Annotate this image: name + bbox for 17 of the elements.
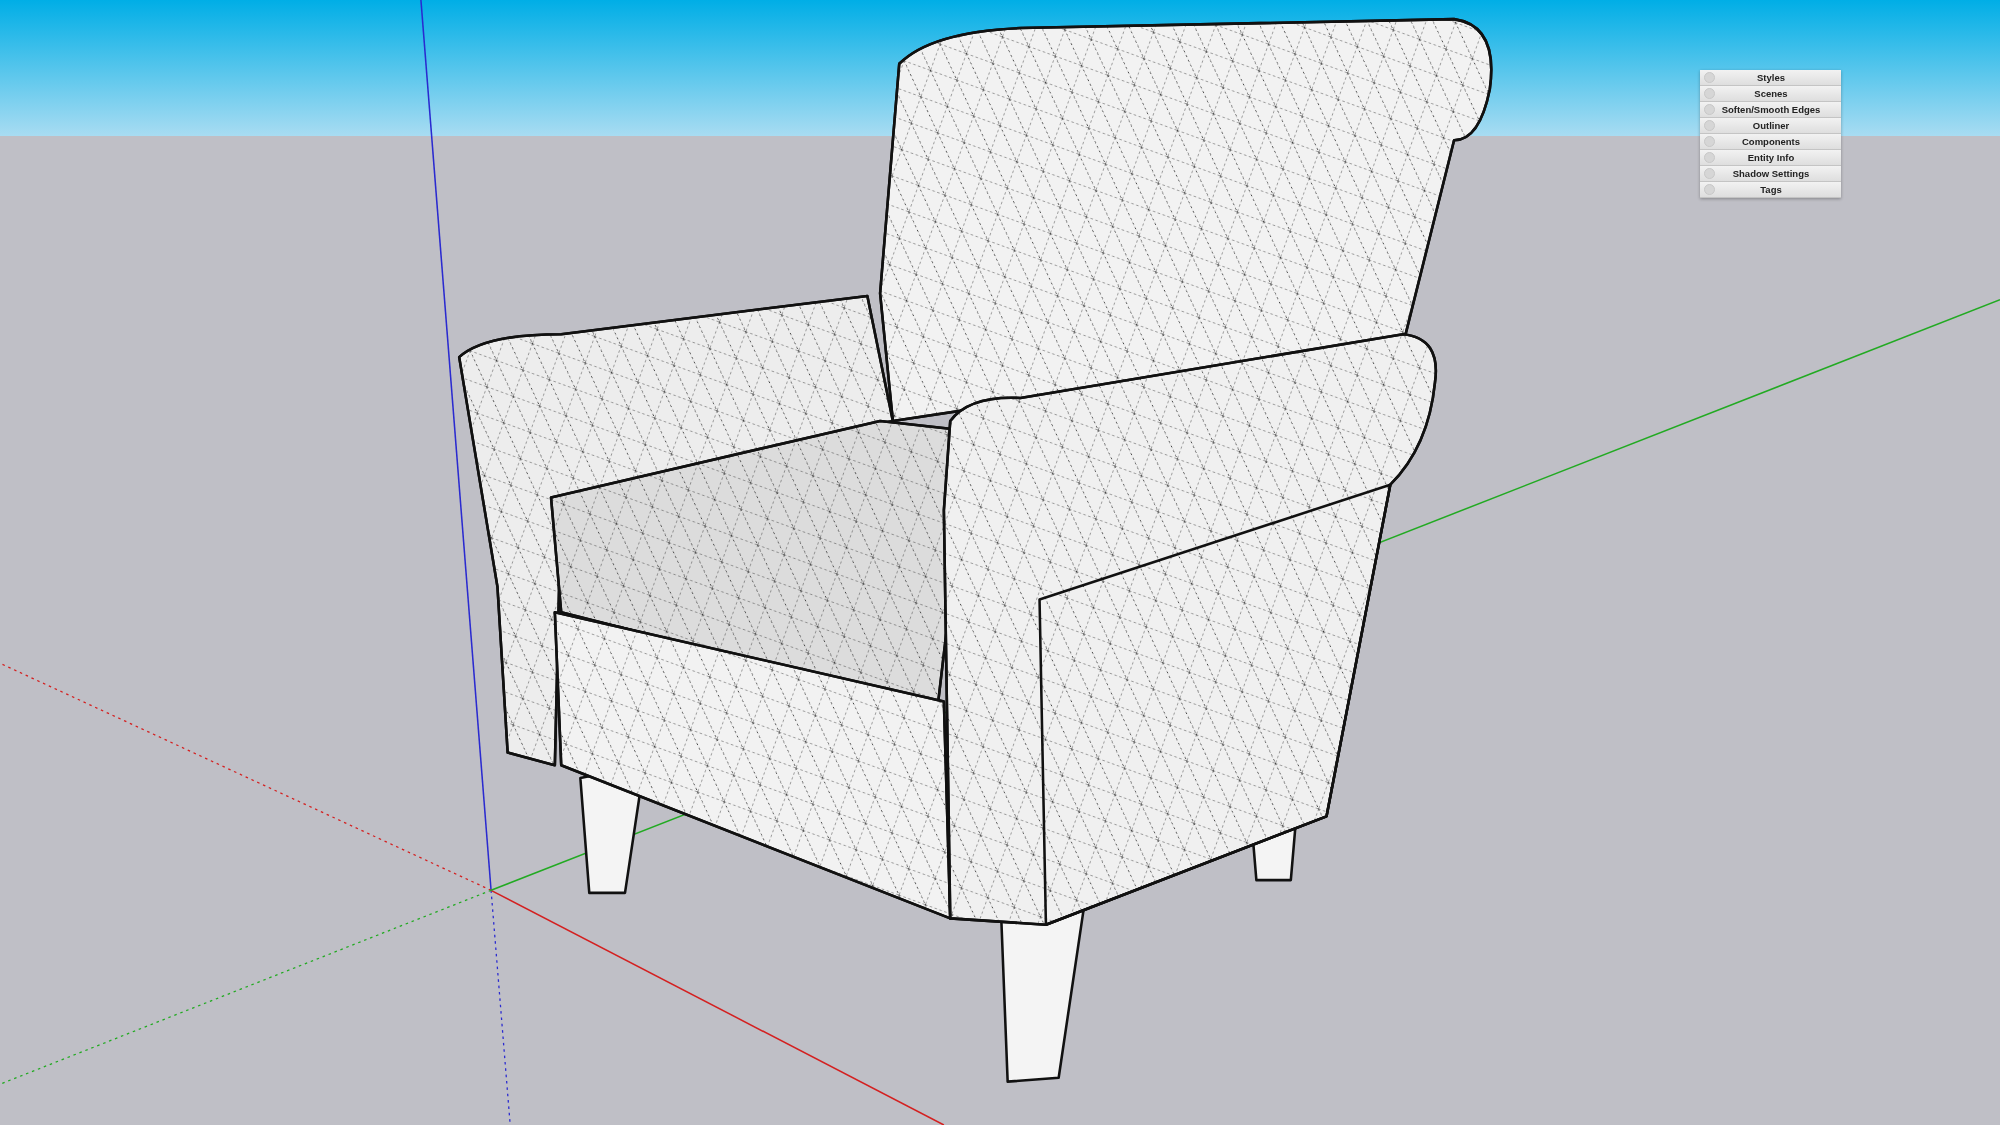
tray-panel-header[interactable]: Shadow Settings	[1700, 166, 1841, 182]
tray-panel-header[interactable]: Components	[1700, 134, 1841, 150]
tray-panel-header[interactable]: Tags	[1700, 182, 1841, 198]
collapse-icon	[1704, 184, 1715, 195]
tray-panel-header[interactable]: Outliner	[1700, 118, 1841, 134]
tray-panel-header[interactable]: Scenes	[1700, 86, 1841, 102]
collapse-icon	[1704, 136, 1715, 147]
tray-panel-header[interactable]: Entity Info	[1700, 150, 1841, 166]
collapse-icon	[1704, 168, 1715, 179]
collapse-icon	[1704, 104, 1715, 115]
collapse-icon	[1704, 72, 1715, 83]
collapse-icon	[1704, 88, 1715, 99]
collapse-icon	[1704, 152, 1715, 163]
collapse-icon	[1704, 120, 1715, 131]
tray-panel-header[interactable]: Styles	[1700, 70, 1841, 86]
model-viewport[interactable]: Styles Scenes Soften/Smooth Edges Outliner Components Entity Info Shadow Settings Tags	[0, 0, 2000, 1125]
tray-panel-header[interactable]: Soften/Smooth Edges	[1700, 102, 1841, 118]
